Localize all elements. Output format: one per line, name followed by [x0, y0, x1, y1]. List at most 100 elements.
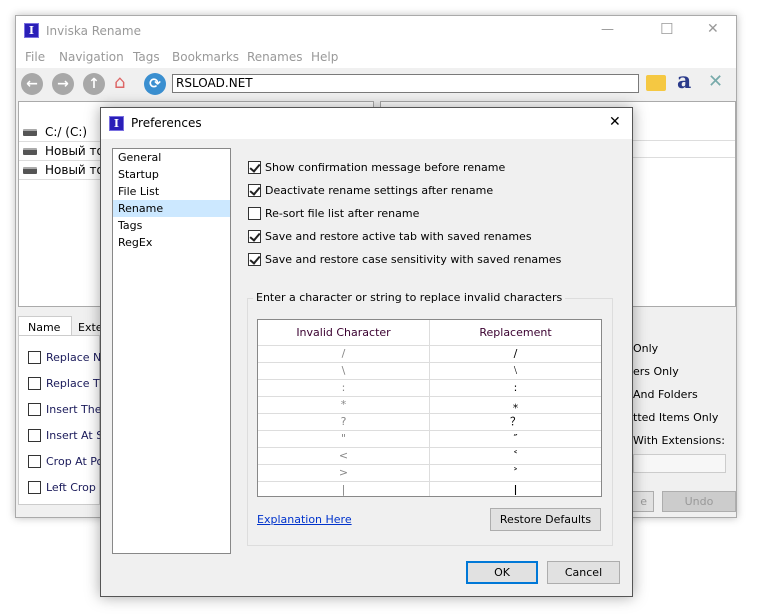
table-row[interactable]: * ⁎ — [258, 396, 601, 413]
menu-bookmarks[interactable]: Bookmarks — [172, 50, 239, 64]
category-regex[interactable]: RegEx — [113, 234, 230, 251]
dialog-title: Preferences — [131, 116, 202, 130]
table-row[interactable]: > ˃ — [258, 464, 601, 481]
extensions-input[interactable] — [633, 454, 726, 473]
category-general[interactable]: General — [113, 149, 230, 166]
option-checkbox[interactable] — [28, 377, 41, 390]
category-startup[interactable]: Startup — [113, 166, 230, 183]
app-logo-icon: I — [109, 116, 124, 131]
window-title: Inviska Rename — [46, 24, 141, 38]
forward-icon[interactable]: → — [52, 73, 74, 95]
group-title: Enter a character or string to replace i… — [253, 291, 566, 304]
category-list[interactable]: General Startup File List Rename Tags Re… — [112, 148, 231, 554]
toolbar: ← → ↑ ⌂ ⟳ RSLOAD.NET a ✕ — [16, 68, 736, 100]
explanation-link[interactable]: Explanation Here — [257, 513, 352, 526]
replacement-cell[interactable]: ∕ — [430, 346, 601, 362]
option-checkbox[interactable] — [28, 481, 41, 494]
table-row[interactable]: : ꞉ — [258, 379, 601, 396]
replacement-cell[interactable]: ǀ — [430, 482, 601, 498]
table-row[interactable]: / ∕ — [258, 345, 601, 362]
invalid-character-cell[interactable]: / — [258, 346, 429, 362]
filter-option[interactable]: ers Only — [633, 365, 679, 378]
category-tags[interactable]: Tags — [113, 217, 230, 234]
column-header-invalid[interactable]: Invalid Character — [258, 320, 429, 345]
replacement-cell[interactable]: ˂ — [430, 448, 601, 464]
drive-icon — [23, 148, 37, 155]
invalid-character-cell[interactable]: ? — [258, 414, 429, 430]
replacement-table[interactable]: Invalid Character Replacement / ∕ \ ⧵: ꞉ * ⁎?？… — [257, 319, 602, 497]
filter-option[interactable]: And Folders — [633, 388, 698, 401]
up-icon[interactable]: ↑ — [83, 73, 105, 95]
column-header-replacement[interactable]: Replacement — [430, 320, 601, 345]
address-input[interactable]: RSLOAD.NET — [172, 74, 639, 93]
restore-defaults-button[interactable]: Restore Defaults — [490, 508, 601, 531]
drive-icon — [23, 167, 37, 174]
menu-navigation[interactable]: Navigation — [59, 50, 124, 64]
category-rename[interactable]: Rename — [113, 200, 230, 217]
cancel-button[interactable]: Cancel — [547, 561, 620, 584]
replacement-cell[interactable]: ⧵ — [430, 363, 601, 379]
undo-button[interactable]: Undo — [662, 491, 736, 512]
option-label: Insert At St — [46, 429, 108, 442]
case-icon[interactable]: a — [677, 68, 691, 94]
settings-tools-icon[interactable]: ✕ — [708, 71, 723, 92]
invalid-character-cell[interactable]: " — [258, 431, 429, 447]
table-row[interactable]: < ˂ — [258, 447, 601, 464]
checkbox-label: Show confirmation message before rename — [265, 161, 506, 174]
invalid-character-cell[interactable]: | — [258, 482, 429, 498]
checkbox-label: Save and restore case sensitivity with s… — [265, 253, 562, 266]
replacement-cell[interactable]: ˃ — [430, 465, 601, 481]
save-case-sensitivity-checkbox[interactable] — [248, 253, 261, 266]
menu-tags[interactable]: Tags — [133, 50, 160, 64]
option-label: Left Crop N — [46, 481, 108, 494]
option-checkbox[interactable] — [28, 403, 41, 416]
filter-option[interactable]: With Extensions: — [633, 434, 725, 447]
menu-renames[interactable]: Renames — [247, 50, 302, 64]
table-row[interactable]: | ǀ — [258, 481, 601, 498]
home-icon[interactable]: ⌂ — [114, 72, 125, 93]
minimize-button[interactable]: — — [601, 22, 614, 37]
filter-option[interactable]: tted Items Only — [633, 411, 718, 424]
option-checkbox[interactable] — [28, 351, 41, 364]
tab-label: Name — [28, 321, 61, 334]
replacement-cell[interactable]: ？ — [430, 414, 601, 430]
deactivate-settings-checkbox[interactable] — [248, 184, 261, 197]
menu-bar: File Navigation Tags Bookmarks Renames H… — [16, 46, 736, 68]
invalid-character-cell[interactable]: < — [258, 448, 429, 464]
invalid-character-cell[interactable]: \ — [258, 363, 429, 379]
tab-extension[interactable]: Exte — [78, 321, 103, 334]
confirm-rename-checkbox[interactable] — [248, 161, 261, 174]
dialog-close-button[interactable]: ✕ — [609, 114, 621, 130]
rename-options-panel: Replace Nar Replace The Insert The T Ins… — [18, 335, 113, 505]
save-active-tab-checkbox[interactable] — [248, 230, 261, 243]
checkbox-label: Re-sort file list after rename — [265, 207, 420, 220]
ok-button[interactable]: OK — [466, 561, 538, 584]
replacement-cell[interactable]: ″ — [430, 431, 601, 447]
invalid-character-cell[interactable]: : — [258, 380, 429, 396]
back-icon[interactable]: ← — [21, 73, 43, 95]
invalid-character-cell[interactable]: > — [258, 465, 429, 481]
table-row[interactable]: ?？ — [258, 413, 601, 430]
close-button[interactable]: ✕ — [707, 21, 719, 37]
menu-file[interactable]: File — [25, 50, 45, 64]
resort-file-list-checkbox[interactable] — [248, 207, 261, 220]
add-folder-icon[interactable] — [646, 75, 666, 91]
invalid-character-cell[interactable]: * — [258, 397, 429, 413]
filter-option[interactable]: Only — [633, 342, 658, 355]
checkbox-label: Save and restore active tab with saved r… — [265, 230, 532, 243]
tab-name[interactable]: Name — [18, 316, 72, 336]
dialog-title-bar: I Preferences ✕ — [101, 108, 632, 139]
refresh-icon[interactable]: ⟳ — [144, 73, 166, 95]
replacement-cell[interactable]: ꞉ — [430, 380, 601, 396]
menu-help[interactable]: Help — [311, 50, 338, 64]
drive-label: C:/ (C:) — [45, 125, 88, 139]
app-logo-icon: I — [24, 23, 39, 38]
table-row[interactable]: " ″ — [258, 430, 601, 447]
option-checkbox[interactable] — [28, 455, 41, 468]
maximize-button[interactable]: ☐ — [660, 20, 673, 38]
drive-icon — [23, 129, 37, 136]
replacement-cell[interactable]: ⁎ — [430, 397, 601, 413]
category-file-list[interactable]: File List — [113, 183, 230, 200]
option-checkbox[interactable] — [28, 429, 41, 442]
table-row[interactable]: \ ⧵ — [258, 362, 601, 379]
